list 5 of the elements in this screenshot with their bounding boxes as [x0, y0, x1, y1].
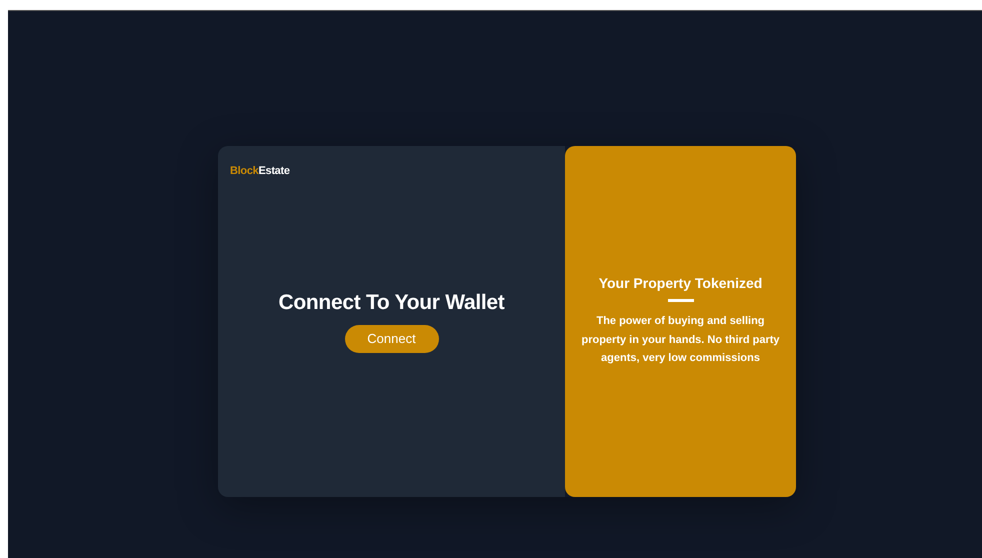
info-text: The power of buying and selling property in your hands. No third party agents, very low commissions: [580, 314, 781, 366]
connect-button[interactable]: Connect: [344, 324, 438, 352]
logo: BlockEstate: [230, 165, 290, 177]
connect-heading: Connect To Your Wallet: [278, 290, 504, 314]
info-heading: Your Property Tokenized: [598, 275, 762, 292]
